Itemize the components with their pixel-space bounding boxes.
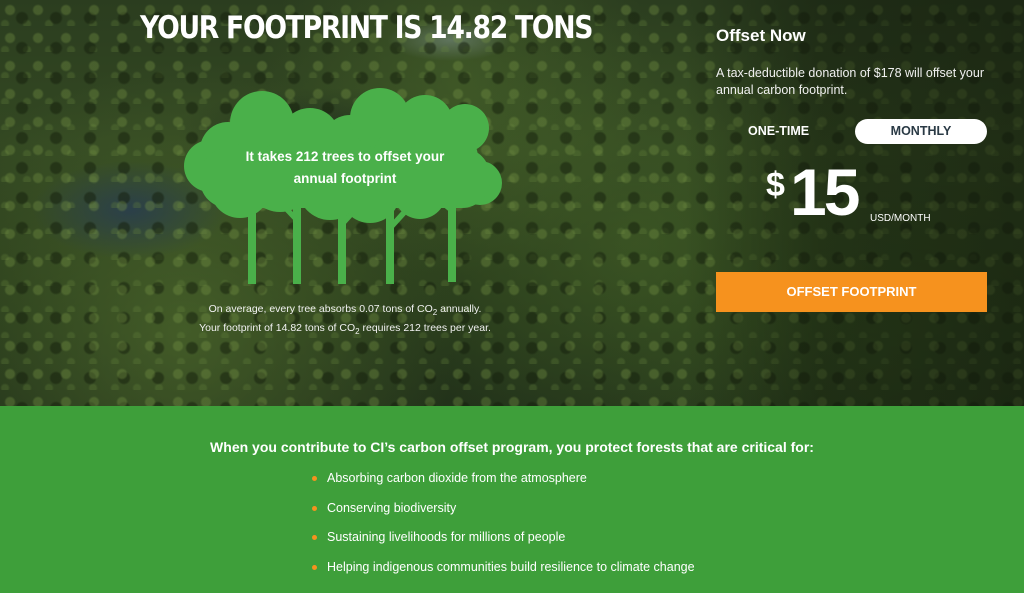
offset-description: A tax-deductible donation of $178 will o… bbox=[716, 66, 984, 97]
benefit-text: Sustaining livelihoods for millions of p… bbox=[327, 530, 566, 544]
frequency-one-time-option[interactable]: ONE-TIME bbox=[730, 119, 860, 144]
note-1-text: On average, every tree absorbs 0.07 tons… bbox=[208, 303, 433, 315]
trees-caption-line-1: It takes 212 trees to offset your bbox=[245, 149, 445, 164]
offset-panel: Offset Now A tax-deductible donation of … bbox=[716, 0, 996, 406]
note-2-text: Your footprint of 14.82 tons of CO bbox=[199, 322, 356, 334]
price-amount: 15 bbox=[790, 155, 860, 229]
benefits-title: When you contribute to CI’s carbon offse… bbox=[210, 439, 814, 455]
trees-caption-line-2: annual footprint bbox=[293, 171, 397, 186]
benefit-text: Absorbing carbon dioxide from the atmosp… bbox=[327, 471, 587, 485]
bullet-dot-icon bbox=[312, 564, 317, 570]
price-unit: USD/MONTH bbox=[870, 213, 931, 224]
offset-title: Offset Now bbox=[716, 26, 806, 45]
benefit-item: Conserving biodiversity bbox=[310, 500, 695, 530]
benefits-list: Absorbing carbon dioxide from the atmosp… bbox=[310, 470, 695, 588]
tree-absorption-note: On average, every tree absorbs 0.07 tons… bbox=[150, 303, 540, 317]
benefit-text: Conserving biodiversity bbox=[327, 500, 457, 515]
benefit-item: Helping indigenous communities build res… bbox=[310, 559, 695, 589]
bullet-dot-icon bbox=[312, 535, 317, 540]
footprint-headline: YOUR FOOTPRINT IS 14.82 TONS bbox=[140, 10, 594, 46]
footprint-trees-note: Your footprint of 14.82 tons of CO2 requ… bbox=[150, 322, 540, 336]
benefit-item: Sustaining livelihoods for millions of p… bbox=[310, 529, 695, 559]
bullet-dot-icon bbox=[312, 476, 317, 481]
benefits-section: When you contribute to CI’s carbon offse… bbox=[0, 406, 1024, 593]
frequency-monthly-option[interactable]: MONTHLY bbox=[855, 119, 987, 144]
note-1-suffix: annually. bbox=[437, 303, 482, 315]
offset-footprint-button[interactable]: OFFSET FOOTPRINT bbox=[716, 272, 987, 312]
trees-caption: It takes 212 trees to offset your annual… bbox=[200, 146, 490, 190]
benefit-item: Absorbing carbon dioxide from the atmosp… bbox=[310, 470, 695, 500]
bullet-dot-icon bbox=[312, 505, 317, 511]
note-2-suffix: requires 212 trees per year. bbox=[359, 322, 491, 334]
benefit-text: Helping indigenous communities build res… bbox=[327, 559, 695, 574]
price-currency-symbol: $ bbox=[766, 166, 785, 204]
